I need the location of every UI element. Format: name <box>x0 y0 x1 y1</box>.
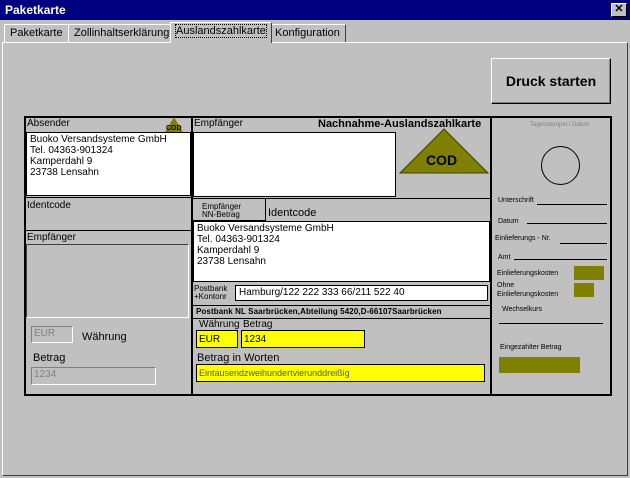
cod-big-label: COD <box>426 152 458 168</box>
ohne-label-1: Ohne <box>497 282 515 289</box>
window-titlebar: Paketkarte <box>0 0 630 20</box>
tab-zollinhaltserklaerung[interactable]: Zollinhaltserklärung <box>68 24 176 42</box>
address-line: Buoko Versandsysteme GmbH <box>30 134 167 145</box>
wechselkurs-line <box>499 323 603 324</box>
absender-label: Absender <box>27 118 70 129</box>
postbank-field[interactable]: Hamburg/122 222 333 66/211 522 40 <box>235 285 488 301</box>
address-line: Tel. 04363-901324 <box>30 145 113 156</box>
close-icon[interactable]: ✕ <box>611 3 627 17</box>
betrag-label: Betrag <box>33 352 66 364</box>
waehrung-input[interactable]: EUR <box>31 326 73 343</box>
cod-small-label: COD <box>166 125 182 132</box>
ohne-einlieferungskosten-field[interactable] <box>574 283 594 297</box>
tab-auslandszahlkarte[interactable]: Auslandszahlkarte <box>170 22 272 43</box>
eingezahlter-betrag-label: Eingezahlter Betrag <box>500 344 562 351</box>
unterschrift-line <box>537 204 607 205</box>
address-line: Kamperdahl 9 <box>30 156 93 167</box>
wechselkurs-label: Wechselkurs <box>502 306 542 313</box>
waehrung2-label: Währung <box>199 319 240 330</box>
stamp-circle <box>541 146 580 185</box>
stamp-area-label: Tagesstempel / Datum <box>530 122 590 128</box>
cod-small-icon: COD <box>164 116 184 133</box>
absender-field[interactable]: Buoko Versandsysteme GmbH Tel. 04363-901… <box>26 132 191 196</box>
empfaenger2-field[interactable]: Buoko Versandsysteme GmbH Tel. 04363-901… <box>193 221 490 282</box>
unterschrift-label: Unterschrift <box>498 197 534 204</box>
empfaenger-top-label: Empfänger <box>194 118 243 129</box>
betrag-worte-label: Betrag in Worten <box>197 352 280 364</box>
betrag-worte-input[interactable]: Eintausendzweihundertvierunddreißig <box>196 364 485 382</box>
identcode2-label: Identcode <box>268 207 317 219</box>
waehrung-label: Währung <box>82 331 127 343</box>
print-button[interactable]: Druck starten <box>491 58 611 104</box>
tab-konfiguration[interactable]: Konfiguration <box>269 24 346 42</box>
address-line: 23738 Lensahn <box>30 167 99 178</box>
datum-label: Datum <box>498 218 519 225</box>
einlieferungs-nr-label: Einlieferungs - Nr. <box>495 235 551 242</box>
nn-betrag-box: Empfänger NN-Betrag <box>193 199 266 221</box>
betrag2-input[interactable]: 1234 <box>241 330 365 348</box>
address-line: 23738 Lensahn <box>197 256 266 267</box>
empfaenger-left-field[interactable] <box>26 244 189 318</box>
betrag2-label: Betrag <box>243 319 273 330</box>
einlieferungs-nr-line <box>560 243 607 244</box>
identcode-label: Identcode <box>27 200 71 211</box>
postbank-address: Postbank NL Saarbrücken,Abteilung 5420,D… <box>196 307 442 316</box>
ohne-label-2: Einlieferungskosten <box>497 291 559 298</box>
amt-line <box>514 259 607 260</box>
tab-paketkarte[interactable]: Paketkarte <box>4 24 69 42</box>
betrag-input[interactable]: 1234 <box>31 367 156 385</box>
form-divider <box>24 197 192 198</box>
postbank-label-2: +Kontonr <box>194 292 227 301</box>
address-line: Buoko Versandsysteme GmbH <box>197 223 334 234</box>
eingezahlter-betrag-field[interactable] <box>499 357 580 373</box>
empfaenger-top-field[interactable] <box>193 132 396 197</box>
tab-label: Auslandszahlkarte <box>175 24 267 38</box>
form-divider <box>490 116 492 396</box>
print-button-label: Druck starten <box>505 73 597 89</box>
datum-line <box>527 223 607 224</box>
cod-icon: COD <box>398 127 490 175</box>
einlieferungskosten-field[interactable] <box>574 266 604 280</box>
nn-betrag-label-2: NN-Betrag <box>202 210 240 219</box>
form-divider <box>192 305 490 306</box>
tab-label: Konfiguration <box>275 27 340 39</box>
einlieferungskosten-label: Einlieferungskosten <box>497 270 559 277</box>
window-title: Paketkarte <box>5 3 66 17</box>
tab-label: Paketkarte <box>10 27 63 39</box>
amt-label: Amt <box>498 254 511 261</box>
address-line: Kamperdahl 9 <box>197 245 260 256</box>
form-divider <box>24 230 192 231</box>
waehrung2-input[interactable]: EUR <box>196 330 238 348</box>
empfaenger-left-label: Empfänger <box>27 232 76 243</box>
address-line: Tel. 04363-901324 <box>197 234 280 245</box>
tab-label: Zollinhaltserklärung <box>74 27 170 39</box>
